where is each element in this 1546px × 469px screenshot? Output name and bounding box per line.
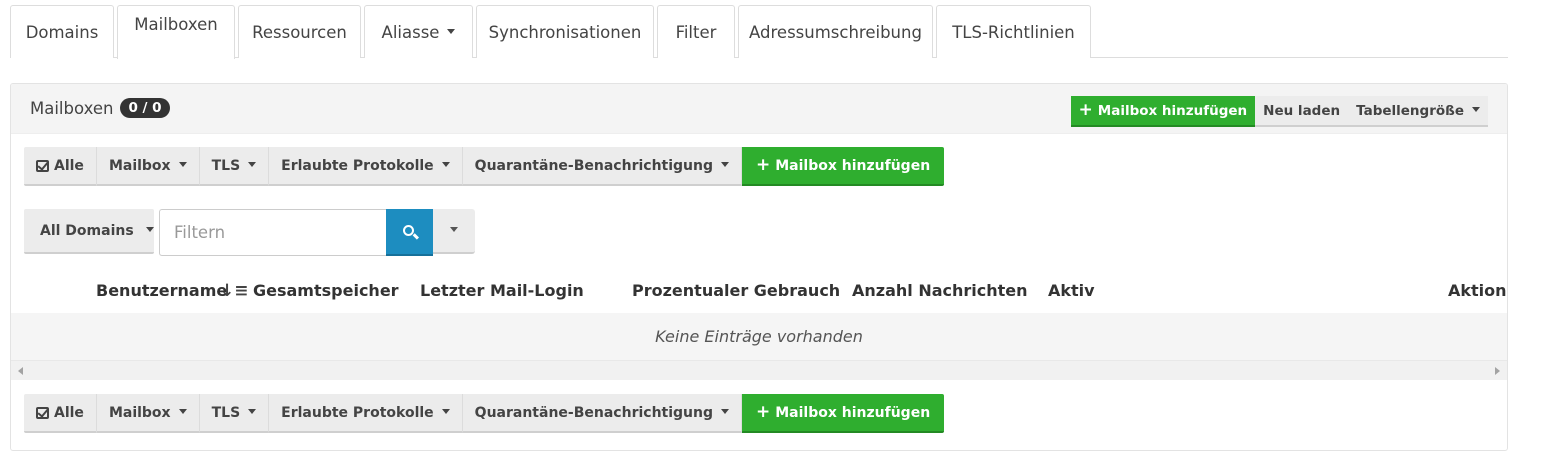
button-label: Alle bbox=[54, 404, 84, 421]
caret-down-icon bbox=[145, 227, 154, 232]
tls-dropdown[interactable]: TLS bbox=[199, 394, 270, 433]
quarantine-dropdown[interactable]: Quarantäne-Benachrichtigung bbox=[462, 147, 742, 186]
tab-label: Domains bbox=[25, 23, 99, 42]
checkbox-icon bbox=[36, 406, 49, 419]
panel-title-text: Mailboxen bbox=[30, 98, 114, 118]
select-all-button[interactable]: Alle bbox=[24, 147, 97, 186]
tab-filter[interactable]: Filter bbox=[657, 5, 735, 58]
tab-tls-richtlinien[interactable]: TLS-Richtlinien bbox=[936, 5, 1091, 58]
mailbox-panel: Mailboxen 0 / 0 + Mailbox hinzufügen Neu … bbox=[10, 83, 1508, 451]
button-label: Quarantäne-Benachrichtigung bbox=[474, 404, 713, 421]
tab-ressourcen[interactable]: Ressourcen bbox=[238, 5, 361, 58]
button-label: Mailbox bbox=[108, 157, 171, 174]
caret-down-icon bbox=[178, 162, 187, 167]
action-bar-top: Alle Mailbox TLS Erlaubte Protokolle Qua… bbox=[24, 147, 945, 186]
caret-down-icon bbox=[441, 409, 450, 414]
sort-descending-icon[interactable]: ↓≡ bbox=[220, 281, 249, 301]
checkbox-icon bbox=[36, 159, 49, 172]
search-button[interactable] bbox=[386, 209, 433, 256]
select-label: All Domains bbox=[40, 222, 134, 239]
horizontal-scrollbar[interactable] bbox=[11, 360, 1507, 380]
column-header-usage[interactable]: Prozentualer Gebrauch bbox=[632, 281, 840, 300]
button-label: Erlaubte Protokolle bbox=[281, 157, 434, 174]
button-label: Erlaubte Protokolle bbox=[281, 404, 434, 421]
tab-label: Ressourcen bbox=[252, 23, 347, 42]
tab-synchronisationen[interactable]: Synchronisationen bbox=[476, 5, 654, 58]
tab-aliasse[interactable]: Aliasse bbox=[364, 5, 473, 58]
column-header-storage[interactable]: Gesamtspeicher bbox=[253, 281, 399, 300]
caret-down-icon bbox=[178, 409, 187, 414]
add-mailbox-button[interactable]: + Mailbox hinzufügen bbox=[742, 147, 945, 186]
domain-select[interactable]: All Domains bbox=[24, 209, 154, 254]
panel-title: Mailboxen 0 / 0 bbox=[30, 98, 170, 118]
tab-label: TLS-Richtlinien bbox=[952, 23, 1075, 42]
caret-down-icon bbox=[450, 227, 458, 232]
tab-label: Mailboxen bbox=[134, 15, 218, 34]
empty-table-message: Keine Einträge vorhanden bbox=[11, 313, 1507, 360]
caret-down-icon bbox=[721, 409, 729, 414]
column-header-username[interactable]: Benutzername bbox=[96, 281, 227, 300]
caret-down-icon bbox=[721, 162, 729, 167]
mailbox-dropdown[interactable]: Mailbox bbox=[96, 394, 200, 433]
column-header-messages[interactable]: Anzahl Nachrichten bbox=[852, 281, 1028, 300]
scroll-left-icon[interactable] bbox=[18, 367, 23, 375]
panel-header-buttons: + Mailbox hinzufügen Neu laden Tabellengr… bbox=[1070, 96, 1488, 127]
caret-down-icon bbox=[248, 162, 257, 167]
caret-down-icon bbox=[447, 29, 456, 34]
plus-icon: + bbox=[1078, 100, 1093, 120]
button-label: Mailbox hinzufügen bbox=[775, 157, 931, 174]
tab-domains[interactable]: Domains bbox=[10, 5, 114, 58]
button-label: Neu laden bbox=[1263, 102, 1341, 119]
panel-header: Mailboxen 0 / 0 + Mailbox hinzufügen Neu … bbox=[11, 84, 1507, 134]
tab-label: Filter bbox=[675, 23, 717, 42]
button-label: Mailbox bbox=[108, 404, 171, 421]
nav-tabs: Domains Mailboxen Ressourcen Aliasse Syn… bbox=[10, 5, 1508, 59]
action-bar-bottom: Alle Mailbox TLS Erlaubte Protokolle Qua… bbox=[24, 394, 945, 433]
tab-label: Adressumschreibung bbox=[749, 23, 922, 42]
button-label: TLS bbox=[211, 157, 241, 174]
button-label: Tabellengröße bbox=[1356, 102, 1464, 119]
tab-label: Synchronisationen bbox=[488, 23, 642, 42]
protocols-dropdown[interactable]: Erlaubte Protokolle bbox=[269, 394, 463, 433]
protocols-dropdown[interactable]: Erlaubte Protokolle bbox=[269, 147, 463, 186]
caret-down-icon bbox=[1472, 107, 1480, 112]
reload-button[interactable]: Neu laden bbox=[1255, 96, 1349, 127]
mailbox-dropdown[interactable]: Mailbox bbox=[96, 147, 200, 186]
tab-adressumschreibung[interactable]: Adressumschreibung bbox=[738, 5, 933, 58]
select-all-button[interactable]: Alle bbox=[24, 394, 97, 433]
caret-down-icon bbox=[248, 409, 257, 414]
tls-dropdown[interactable]: TLS bbox=[199, 147, 270, 186]
tab-label: Aliasse bbox=[381, 23, 440, 42]
count-badge: 0 / 0 bbox=[120, 98, 170, 118]
column-header-active[interactable]: Aktiv bbox=[1048, 281, 1095, 300]
caret-down-icon bbox=[441, 162, 450, 167]
button-label: Mailbox hinzufügen bbox=[775, 404, 931, 421]
scroll-right-icon[interactable] bbox=[1495, 367, 1500, 375]
plus-icon: + bbox=[756, 402, 771, 422]
add-mailbox-button[interactable]: + Mailbox hinzufügen bbox=[742, 394, 945, 433]
table-size-button[interactable]: Tabellengröße bbox=[1348, 96, 1488, 127]
search-icon bbox=[403, 225, 414, 236]
tab-mailboxen[interactable]: Mailboxen bbox=[117, 5, 235, 59]
filter-input[interactable] bbox=[159, 209, 387, 256]
add-mailbox-button[interactable]: + Mailbox hinzufügen bbox=[1070, 96, 1256, 127]
button-label: Alle bbox=[54, 157, 84, 174]
button-label: Mailbox hinzufügen bbox=[1097, 102, 1248, 119]
button-label: TLS bbox=[211, 404, 241, 421]
column-header-action: Aktion bbox=[1448, 281, 1507, 300]
button-label: Quarantäne-Benachrichtigung bbox=[474, 157, 713, 174]
quarantine-dropdown[interactable]: Quarantäne-Benachrichtigung bbox=[462, 394, 742, 433]
filter-options-toggle[interactable] bbox=[433, 209, 475, 254]
plus-icon: + bbox=[756, 155, 771, 175]
column-header-last-login[interactable]: Letzter Mail-Login bbox=[420, 281, 584, 300]
